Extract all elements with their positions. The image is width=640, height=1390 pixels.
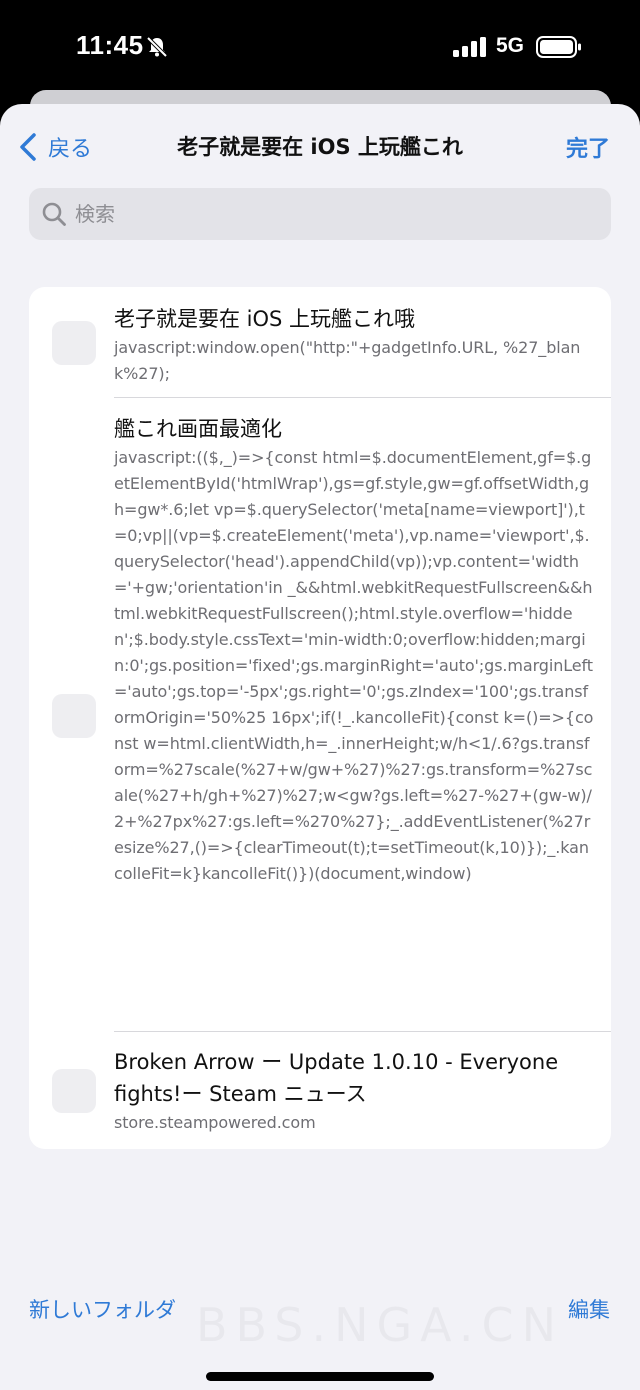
battery-icon bbox=[536, 36, 581, 58]
bookmark-item[interactable]: 艦これ画面最適化 javascript:(($,_)=>{const html=… bbox=[29, 398, 611, 1031]
bookmark-thumbnail bbox=[52, 321, 96, 365]
search-input[interactable] bbox=[75, 202, 575, 226]
bookmark-item[interactable]: Broken Arrow ー Update 1.0.10 - Everyone … bbox=[29, 1032, 611, 1149]
bookmark-text: 艦これ画面最適化 javascript:(($,_)=>{const html=… bbox=[114, 413, 594, 887]
bookmark-text: Broken Arrow ー Update 1.0.10 - Everyone … bbox=[114, 1046, 594, 1136]
bookmark-title: 艦これ画面最適化 bbox=[114, 417, 282, 441]
bookmark-url: javascript:window.open("http:"+gadgetInf… bbox=[114, 338, 581, 383]
bookmark-text: 老子就是要在 iOS 上玩艦これ哦 javascript:window.open… bbox=[114, 303, 594, 387]
bookmark-url: javascript:(($,_)=>{const html=$.documen… bbox=[114, 448, 594, 883]
page-title: 老子就是要在 iOS 上玩艦これ bbox=[177, 135, 463, 159]
bookmark-url: store.steampowered.com bbox=[114, 1113, 316, 1132]
bookmark-title: Broken Arrow ー Update 1.0.10 - Everyone … bbox=[114, 1050, 559, 1106]
new-folder-button[interactable]: 新しいフォルダ bbox=[29, 1294, 176, 1324]
search-field[interactable] bbox=[29, 188, 611, 240]
done-button[interactable]: 完了 bbox=[566, 131, 610, 163]
navigation-bar: 戻る 老子就是要在 iOS 上玩艦これ 完了 bbox=[0, 104, 640, 188]
status-time: 11:45 bbox=[76, 30, 144, 60]
status-bar: 11:45 5G bbox=[0, 0, 640, 92]
bell-slash-icon bbox=[146, 36, 168, 58]
watermark: BBS.NGA.CN bbox=[196, 1298, 564, 1352]
bookmark-thumbnail bbox=[52, 1069, 96, 1113]
home-indicator bbox=[206, 1372, 434, 1381]
bookmark-title: 老子就是要在 iOS 上玩艦これ哦 bbox=[114, 307, 416, 331]
edit-button[interactable]: 編集 bbox=[568, 1294, 610, 1324]
bookmarks-sheet: 戻る 老子就是要在 iOS 上玩艦これ 完了 老子就是要在 iOS 上玩艦これ哦… bbox=[0, 104, 640, 1390]
network-label: 5G bbox=[496, 34, 525, 57]
magnifier-icon bbox=[42, 202, 66, 226]
cellular-signal-icon bbox=[453, 37, 486, 57]
bookmark-item[interactable]: 老子就是要在 iOS 上玩艦これ哦 javascript:window.open… bbox=[29, 287, 611, 397]
bookmark-thumbnail bbox=[52, 694, 96, 738]
bookmark-list: 老子就是要在 iOS 上玩艦これ哦 javascript:window.open… bbox=[29, 287, 611, 1149]
